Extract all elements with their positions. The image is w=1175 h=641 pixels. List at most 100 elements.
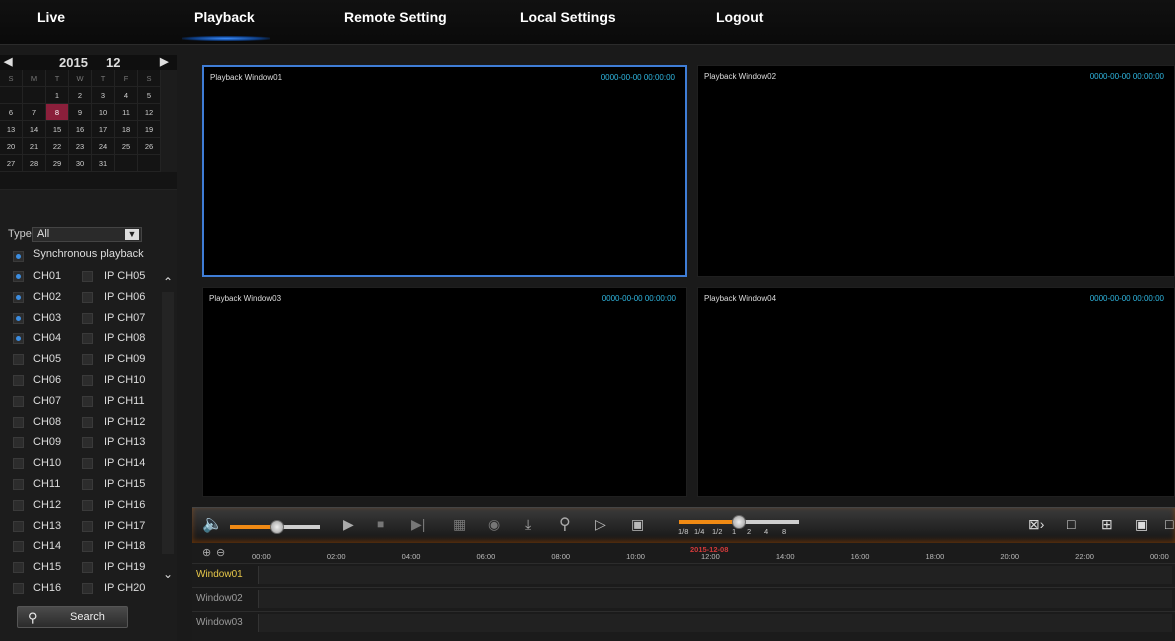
calendar-day[interactable]: 17 [92, 121, 115, 138]
volume-icon[interactable]: 🔈 [202, 514, 223, 534]
layout-4-icon[interactable]: ⊞ [1101, 516, 1113, 533]
calendar-day[interactable]: 10 [92, 104, 115, 121]
calendar-day[interactable]: 7 [23, 104, 46, 121]
calendar-day[interactable]: 9 [69, 104, 92, 121]
zoom-in-icon[interactable]: ⊕ [202, 546, 211, 559]
channel-checkbox[interactable] [13, 291, 24, 303]
speed-label[interactable]: 1 [732, 527, 736, 536]
calendar-day[interactable]: 27 [0, 155, 23, 172]
sync-checkbox[interactable] [13, 251, 24, 262]
calendar-day[interactable]: 19 [138, 121, 161, 138]
search-button[interactable]: ⚲ Search [17, 606, 128, 628]
speed-label[interactable]: 1/8 [678, 527, 688, 536]
channel-checkbox[interactable] [13, 354, 24, 366]
calendar-day[interactable]: 23 [69, 138, 92, 155]
ip-channel-checkbox[interactable] [82, 520, 93, 532]
play-icon[interactable]: ▶ [343, 516, 354, 533]
calendar-day[interactable]: 18 [115, 121, 138, 138]
playback-window-4[interactable]: Playback Window04 0000-00-00 00:00:00 [697, 287, 1175, 497]
prev-month-icon[interactable]: ◀ [4, 55, 12, 68]
calendar-day[interactable]: 6 [0, 104, 23, 121]
download-icon[interactable]: ⤓ [525, 516, 531, 533]
channel-checkbox[interactable] [13, 562, 24, 574]
calendar-day[interactable]: 28 [23, 155, 46, 172]
calendar-day[interactable]: 25 [115, 138, 138, 155]
nav-local-settings[interactable]: Local Settings [520, 9, 616, 25]
calendar-day[interactable]: 4 [115, 87, 138, 104]
calendar-day[interactable]: 26 [138, 138, 161, 155]
type-select[interactable]: All ▼ [32, 227, 142, 242]
ip-channel-checkbox[interactable] [82, 395, 93, 407]
next-frame-icon[interactable]: ▶| [411, 516, 425, 533]
timeline-row[interactable]: Window01 [192, 563, 1175, 586]
ip-channel-checkbox[interactable] [82, 291, 93, 303]
calendar-day[interactable]: 30 [69, 155, 92, 172]
fullscreen-icon[interactable]: ▣ [1135, 516, 1148, 533]
speed-label[interactable]: 8 [782, 527, 786, 536]
ip-channel-checkbox[interactable] [82, 458, 93, 470]
channel-checkbox[interactable] [13, 271, 24, 282]
ip-channel-checkbox[interactable] [82, 354, 93, 366]
channel-checkbox[interactable] [13, 541, 24, 553]
calendar-day-selected[interactable]: 8 [46, 104, 69, 121]
channel-checkbox[interactable] [13, 458, 24, 470]
channel-checkbox[interactable] [13, 437, 24, 449]
search-icon[interactable]: ⚲ [559, 514, 571, 534]
ip-channel-checkbox[interactable] [82, 437, 93, 449]
volume-knob[interactable] [270, 520, 284, 534]
nav-playback[interactable]: Playback [194, 9, 255, 25]
channel-checkbox[interactable] [13, 395, 24, 407]
chevron-down-icon[interactable]: ⌄ [163, 567, 173, 581]
channel-checkbox[interactable] [13, 375, 24, 386]
speed-label[interactable]: 1/4 [694, 527, 704, 536]
ip-channel-checkbox[interactable] [82, 271, 93, 282]
ip-channel-checkbox[interactable] [82, 375, 93, 386]
calendar-day[interactable]: 20 [0, 138, 23, 155]
calendar-day[interactable]: 5 [138, 87, 161, 104]
calendar-day[interactable]: 22 [46, 138, 69, 155]
nav-remote-setting[interactable]: Remote Setting [344, 9, 447, 25]
timeline-row[interactable]: Window02 [192, 587, 1175, 610]
calendar-day[interactable]: 2 [69, 87, 92, 104]
calendar-day[interactable]: 15 [46, 121, 69, 138]
channel-checkbox[interactable] [13, 520, 24, 532]
calendar-day[interactable]: 1 [46, 87, 69, 104]
ip-channel-checkbox[interactable] [82, 562, 93, 574]
calendar-day[interactable]: 29 [46, 155, 69, 172]
playback-window-3[interactable]: Playback Window03 0000-00-00 00:00:00 [202, 287, 687, 497]
channel-checkbox[interactable] [13, 333, 24, 345]
timeline-track[interactable] [258, 614, 1172, 632]
ip-channel-checkbox[interactable] [82, 499, 93, 511]
channel-checkbox[interactable] [13, 416, 24, 428]
calendar-day[interactable]: 12 [138, 104, 161, 121]
playback-window-1[interactable]: Playback Window01 0000-00-00 00:00:00 [202, 65, 687, 277]
layout-more-icon[interactable]: □ [1165, 516, 1173, 532]
play-box-icon[interactable]: ▷ [595, 516, 606, 533]
calendar-day[interactable]: 3 [92, 87, 115, 104]
nav-logout[interactable]: Logout [716, 9, 763, 25]
speed-label[interactable]: 2 [747, 527, 751, 536]
calendar-day[interactable]: 14 [23, 121, 46, 138]
window-close-icon[interactable]: ⊠› [1028, 516, 1044, 533]
layout-1-icon[interactable]: □ [1067, 516, 1075, 532]
channel-scrollbar[interactable] [162, 292, 174, 554]
zoom-out-icon[interactable]: ⊖ [216, 546, 225, 559]
calendar-day[interactable]: 16 [69, 121, 92, 138]
speed-label[interactable]: 1/2 [712, 527, 722, 536]
playback-window-2[interactable]: Playback Window02 0000-00-00 00:00:00 [697, 65, 1175, 277]
calendar-day[interactable]: 11 [115, 104, 138, 121]
stop-box-icon[interactable]: ▣ [631, 516, 644, 533]
calendar-day[interactable]: 24 [92, 138, 115, 155]
ip-channel-checkbox[interactable] [82, 333, 93, 345]
calendar-day[interactable]: 31 [92, 155, 115, 172]
calendar-day[interactable]: 13 [0, 121, 23, 138]
speed-label[interactable]: 4 [764, 527, 768, 536]
ip-channel-checkbox[interactable] [82, 312, 93, 324]
chevron-down-icon[interactable]: ▼ [125, 229, 139, 240]
timeline-row[interactable]: Window03 [192, 611, 1175, 634]
next-month-icon[interactable]: ▶ [160, 55, 168, 68]
channel-checkbox[interactable] [13, 583, 24, 594]
ip-channel-checkbox[interactable] [82, 479, 93, 490]
timeline-track[interactable] [258, 590, 1172, 608]
timeline-track[interactable] [258, 566, 1172, 584]
